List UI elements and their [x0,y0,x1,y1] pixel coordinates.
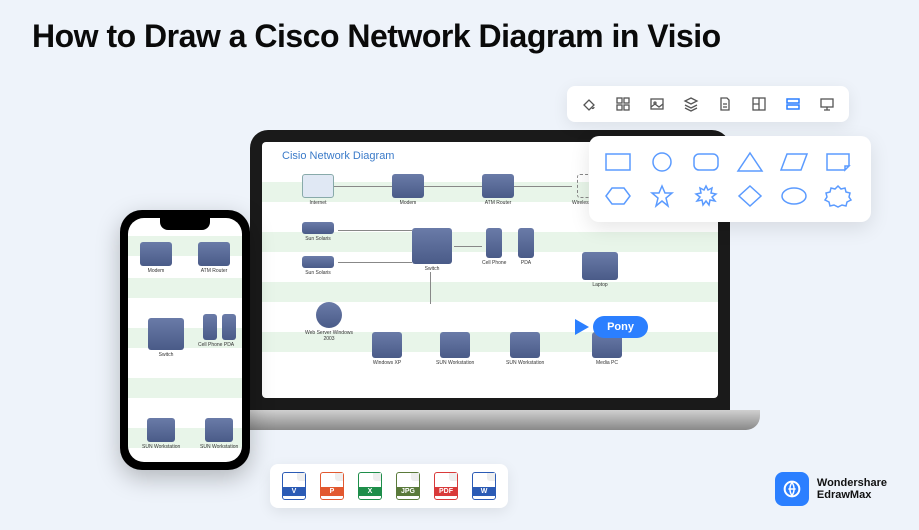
connection-line [454,246,482,247]
cursor-arrow-icon [575,319,589,335]
node-internet[interactable]: Internet [302,174,334,206]
connection-line [338,230,412,231]
diagram-title: Cisio Network Diagram [282,150,394,162]
export-word-icon[interactable]: W [472,472,496,500]
node-switch[interactable]: Switch [412,228,452,272]
node-web-server[interactable]: Web Server Windows 2003 [304,302,354,342]
shapes-panel [589,136,871,222]
shape-roundrect[interactable] [691,150,721,174]
shape-triangle[interactable] [735,150,765,174]
collaboration-cursor: Pony [575,316,648,338]
export-pdf-icon[interactable]: PDF [434,472,458,500]
phone-node-switch[interactable]: Switch [148,318,184,358]
shape-rect[interactable] [603,150,633,174]
connection-line [430,272,431,304]
node-atm-router[interactable]: ATM Router [482,174,514,206]
phone-mockup: Modem ATM Router Switch Cell Phone PDA S… [120,210,250,470]
shape-circle[interactable] [647,150,677,174]
node-laptop[interactable]: Laptop [582,252,618,288]
connection-line [338,262,412,263]
node-modem[interactable]: Modem [392,174,424,206]
export-jpg-icon[interactable]: JPG [396,472,420,500]
connection-line [334,186,392,187]
phone-node-modem[interactable]: Modem [140,242,172,274]
brand-line-1: Wondershare [817,477,887,489]
phone-node-pda[interactable]: PDA [222,314,236,348]
canvas-stripe [128,278,242,298]
shape-hexagon[interactable] [603,184,633,208]
shape-parallelogram[interactable] [779,150,809,174]
layout-icon[interactable] [751,96,767,112]
layers-icon[interactable] [683,96,699,112]
page-icon[interactable] [717,96,733,112]
cursor-user-label: Pony [593,316,648,338]
phone-node-atm[interactable]: ATM Router [198,242,230,274]
phone-node-sunws2[interactable]: SUN Workstation [200,418,238,450]
export-excel-icon[interactable]: X [358,472,382,500]
brand-line-2: EdrawMax [817,489,887,501]
shape-diamond[interactable] [735,184,765,208]
shape-note[interactable] [823,150,853,174]
node-pda[interactable]: PDA [518,228,534,266]
shape-burst[interactable] [691,184,721,208]
brand-logo-block: Wondershare EdrawMax [775,472,887,506]
node-sun-solaris-1[interactable]: Sun Solaris [302,222,334,242]
edrawmax-logo-icon [775,472,809,506]
shape-star[interactable] [647,184,677,208]
grid-icon[interactable] [615,96,631,112]
node-cell-phone[interactable]: Cell Phone [482,228,506,266]
export-visio-icon[interactable]: V [282,472,306,500]
shape-ellipse[interactable] [779,184,809,208]
canvas-stripe [128,378,242,398]
node-windows-xp[interactable]: Windows XP [372,332,402,366]
fill-icon[interactable] [581,96,597,112]
node-sun-solaris-2[interactable]: Sun Solaris [302,256,334,276]
presentation-icon[interactable] [819,96,835,112]
phone-diagram-canvas[interactable]: Modem ATM Router Switch Cell Phone PDA S… [128,218,242,462]
phone-node-sunws1[interactable]: SUN Workstation [142,418,180,450]
image-icon[interactable] [649,96,665,112]
phone-notch [160,218,210,230]
tool-toolbar [567,86,849,122]
shape-seal[interactable] [823,184,853,208]
canvas-stripe [262,282,718,302]
export-powerpoint-icon[interactable]: P [320,472,344,500]
connection-line [514,186,572,187]
connection-line [424,186,482,187]
page-title: How to Draw a Cisco Network Diagram in V… [32,18,721,55]
brand-text: Wondershare EdrawMax [817,477,887,501]
laptop-base [220,410,760,430]
node-sun-workstation-2[interactable]: SUN Workstation [506,332,544,366]
export-format-bar: V P X JPG PDF W [270,464,508,508]
node-sun-workstation-1[interactable]: SUN Workstation [436,332,474,366]
storage-icon[interactable] [785,96,801,112]
phone-node-cellphone[interactable]: Cell Phone [198,314,222,348]
